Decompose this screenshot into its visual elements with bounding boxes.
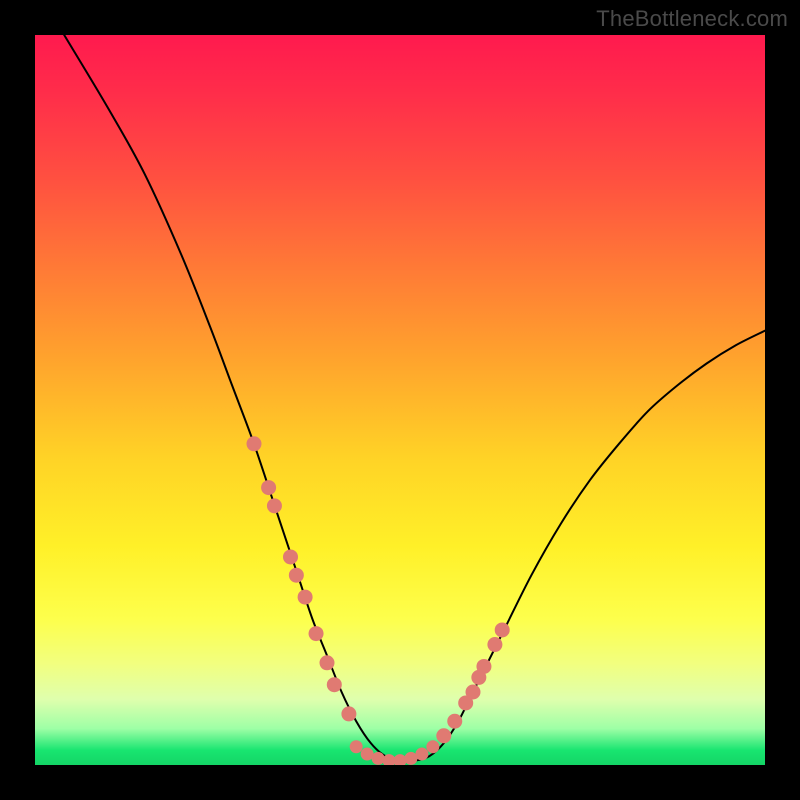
data-marker [466,685,481,700]
data-marker [309,626,324,641]
data-marker [267,498,282,513]
marker-cluster-bottom [350,740,440,765]
watermark-text: TheBottleneck.com [596,6,788,32]
data-marker [372,752,385,765]
marker-cluster-right [436,622,509,743]
data-marker [476,659,491,674]
data-marker [327,677,342,692]
bottleneck-curve-chart [35,35,765,765]
data-marker [247,436,262,451]
data-marker [436,728,451,743]
data-marker [261,480,276,495]
data-marker [289,568,304,583]
curve-line [64,35,765,761]
chart-frame: TheBottleneck.com [0,0,800,800]
data-marker [341,706,356,721]
data-marker [298,590,313,605]
data-marker [495,622,510,637]
marker-cluster-left [247,436,357,721]
data-marker [487,637,502,652]
data-marker [350,740,363,753]
data-marker [426,740,439,753]
data-marker [447,714,462,729]
data-marker [283,549,298,564]
data-marker [320,655,335,670]
data-marker [415,748,428,761]
